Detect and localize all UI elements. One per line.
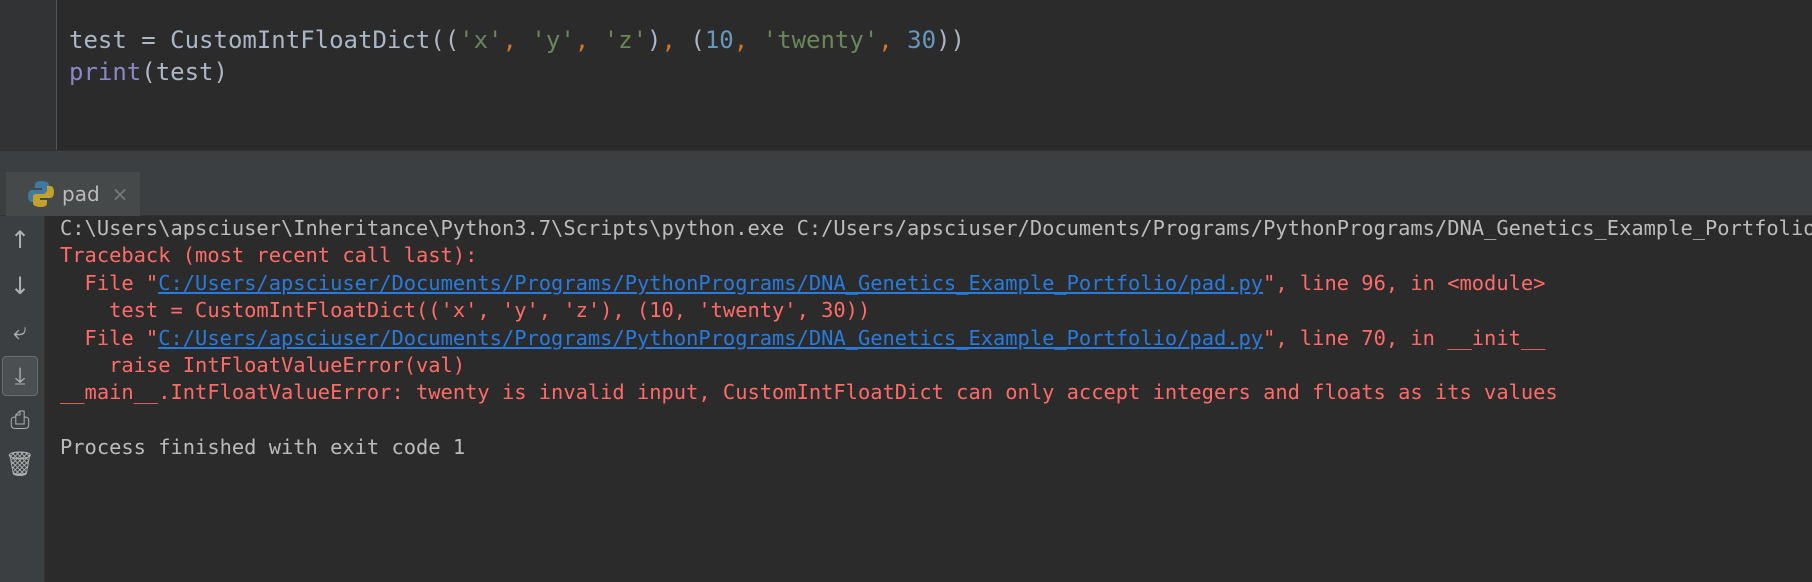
code-token: , xyxy=(502,26,532,54)
traceback-header: Traceback (most recent call last): xyxy=(60,243,478,268)
code-line: print(test) xyxy=(69,56,228,88)
code-token: )) xyxy=(936,26,965,54)
console-toolbar: ↑ ↓ ⤶ ⤓ ⎙ 🗑 xyxy=(0,216,45,582)
traceback-frame: File "C:/Users/apsciuser/Documents/Progr… xyxy=(60,270,1812,297)
code-token: 'y' xyxy=(531,26,575,54)
editor-gutter xyxy=(0,0,57,150)
up-arrow-icon[interactable]: ↑ xyxy=(2,220,38,260)
frame-suffix: ", line 96, in <module> xyxy=(1263,270,1546,295)
code-token: CustomIntFloatDict xyxy=(170,26,431,54)
code-token: 'twenty' xyxy=(762,26,879,54)
code-token: test xyxy=(69,26,127,54)
code-token: (( xyxy=(430,26,460,54)
error-message: __main__.IntFloatValueError: twenty is i… xyxy=(60,380,1558,405)
print-icon[interactable]: ⎙ xyxy=(2,400,38,440)
code-token: , xyxy=(661,26,691,54)
code-token: , xyxy=(878,26,908,54)
run-tab-label: pad xyxy=(62,182,100,206)
run-tab-bar: pad × xyxy=(0,172,1812,216)
code-token: = xyxy=(126,26,171,54)
code-token: 10 xyxy=(704,26,734,54)
code-token: ) xyxy=(647,26,662,54)
trash-icon[interactable]: 🗑 xyxy=(2,444,38,484)
traceback-frame: File "C:/Users/apsciuser/Documents/Progr… xyxy=(60,325,1812,352)
exit-message: Process finished with exit code 1 xyxy=(60,435,466,460)
soft-wrap-icon[interactable]: ⤶ xyxy=(2,311,38,351)
python-icon xyxy=(28,181,54,207)
code-token: 'z' xyxy=(603,26,648,54)
code-editor[interactable]: test = CustomIntFloatDict(('x', 'y', 'z'… xyxy=(0,0,1812,150)
console-command: C:\Users\apsciuser\Inheritance\Python3.7… xyxy=(60,216,1812,240)
frame-code: test = CustomIntFloatDict(('x', 'y', 'z'… xyxy=(60,298,871,323)
frame-prefix: File " xyxy=(60,325,159,350)
file-link[interactable]: C:/Users/apsciuser/Documents/Programs/Py… xyxy=(158,271,1263,295)
code-token: , xyxy=(574,26,604,54)
panel-divider[interactable] xyxy=(0,150,1812,172)
code-token: 30 xyxy=(907,26,937,54)
console-output[interactable]: C:\Users\apsciuser\Inheritance\Python3.7… xyxy=(60,215,1812,462)
close-icon[interactable]: × xyxy=(112,182,129,206)
code-token: (test) xyxy=(141,58,228,86)
code-token: 'x' xyxy=(459,26,503,54)
code-line: test = CustomIntFloatDict(('x', 'y', 'z'… xyxy=(69,24,965,56)
run-tab-pad[interactable]: pad × xyxy=(6,172,140,216)
frame-suffix: ", line 70, in __init__ xyxy=(1263,325,1546,350)
down-arrow-icon[interactable]: ↓ xyxy=(2,266,38,306)
code-token: , xyxy=(733,26,763,54)
frame-prefix: File " xyxy=(60,270,159,295)
file-link[interactable]: C:/Users/apsciuser/Documents/Programs/Py… xyxy=(158,326,1263,350)
code-token: ( xyxy=(690,26,705,54)
frame-code: raise IntFloatValueError(val) xyxy=(60,353,466,378)
code-token: print xyxy=(69,58,142,86)
scroll-to-end-icon[interactable]: ⤓ xyxy=(2,356,38,396)
